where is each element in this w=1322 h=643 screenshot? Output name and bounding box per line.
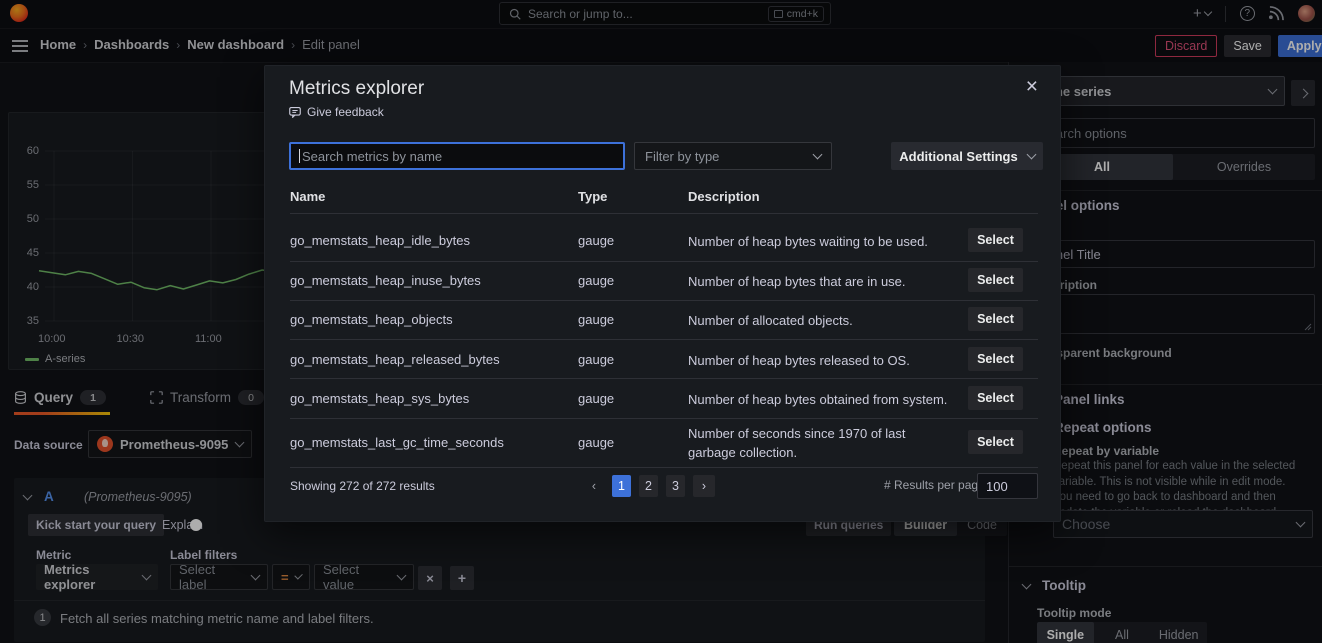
page-button-1[interactable]: 1 bbox=[612, 475, 631, 497]
column-header-name: Name bbox=[290, 189, 325, 204]
metric-description: Number of allocated objects. bbox=[688, 312, 956, 331]
column-header-type: Type bbox=[578, 189, 607, 204]
table-row: go_memstats_heap_idle_bytes gauge Number o… bbox=[265, 221, 1062, 259]
pagination: ‹ 123 › bbox=[584, 475, 715, 497]
metric-name: go_memstats_heap_idle_bytes bbox=[290, 233, 470, 248]
metric-name: go_memstats_heap_released_bytes bbox=[290, 352, 500, 367]
prev-page-button[interactable]: ‹ bbox=[584, 475, 604, 497]
metric-description: Number of heap bytes waiting to be used. bbox=[688, 233, 956, 252]
divider bbox=[290, 213, 1038, 214]
metric-type: gauge bbox=[578, 352, 614, 367]
metric-type: gauge bbox=[578, 312, 614, 327]
metric-description: Number of heap bytes obtained from syste… bbox=[688, 391, 956, 410]
metric-description: Number of seconds since 1970 of last gar… bbox=[688, 425, 956, 463]
table-row: go_memstats_last_gc_time_seconds gauge Num… bbox=[265, 423, 1062, 461]
select-metric-button[interactable]: Select bbox=[968, 386, 1023, 410]
page-button-2[interactable]: 2 bbox=[639, 475, 658, 497]
metric-name: go_memstats_heap_inuse_bytes bbox=[290, 273, 481, 288]
modal-title: Metrics explorer bbox=[289, 78, 424, 100]
table-row: go_memstats_heap_sys_bytes gauge Number of… bbox=[265, 379, 1062, 417]
results-per-page-input[interactable]: 100 bbox=[977, 473, 1038, 499]
page-button-3[interactable]: 3 bbox=[666, 475, 685, 497]
give-feedback-link[interactable]: Give feedback bbox=[289, 105, 384, 119]
metric-name: go_memstats_last_gc_time_seconds bbox=[290, 435, 504, 450]
select-metric-button[interactable]: Select bbox=[968, 268, 1023, 292]
select-metric-button[interactable]: Select bbox=[968, 228, 1023, 252]
column-header-description: Description bbox=[688, 189, 760, 204]
select-metric-button[interactable]: Select bbox=[968, 430, 1023, 454]
grafana-app: Search or jump to... cmd+k + ? Home›Dash… bbox=[0, 0, 1322, 643]
select-metric-button[interactable]: Select bbox=[968, 307, 1023, 331]
additional-settings-button[interactable]: Additional Settings bbox=[891, 142, 1043, 170]
row-divider bbox=[290, 467, 1038, 468]
table-row: go_memstats_heap_objects gauge Number of a… bbox=[265, 300, 1062, 338]
metric-type: gauge bbox=[578, 435, 614, 450]
close-icon[interactable]: × bbox=[1026, 76, 1038, 97]
metrics-explorer-modal: Metrics explorer × Give feedback Search … bbox=[264, 65, 1061, 522]
metric-description: Number of heap bytes released to OS. bbox=[688, 352, 956, 371]
row-divider bbox=[290, 418, 1038, 419]
metric-type: gauge bbox=[578, 273, 614, 288]
results-summary: Showing 272 of 272 results bbox=[290, 479, 435, 493]
table-row: go_memstats_heap_released_bytes gauge Numb… bbox=[265, 340, 1062, 378]
filter-by-type-select[interactable]: Filter by type bbox=[634, 142, 832, 170]
comment-icon bbox=[289, 106, 301, 118]
text-cursor bbox=[299, 149, 300, 163]
metric-name: go_memstats_heap_objects bbox=[290, 312, 453, 327]
results-per-page-label: # Results per page bbox=[884, 478, 985, 492]
table-row: go_memstats_heap_inuse_bytes gauge Number … bbox=[265, 261, 1062, 299]
metrics-search-input[interactable]: Search metrics by name bbox=[289, 142, 625, 170]
metric-type: gauge bbox=[578, 233, 614, 248]
next-page-button[interactable]: › bbox=[693, 475, 715, 497]
metric-name: go_memstats_heap_sys_bytes bbox=[290, 391, 469, 406]
metric-description: Number of heap bytes that are in use. bbox=[688, 273, 956, 292]
select-metric-button[interactable]: Select bbox=[968, 347, 1023, 371]
metric-type: gauge bbox=[578, 391, 614, 406]
